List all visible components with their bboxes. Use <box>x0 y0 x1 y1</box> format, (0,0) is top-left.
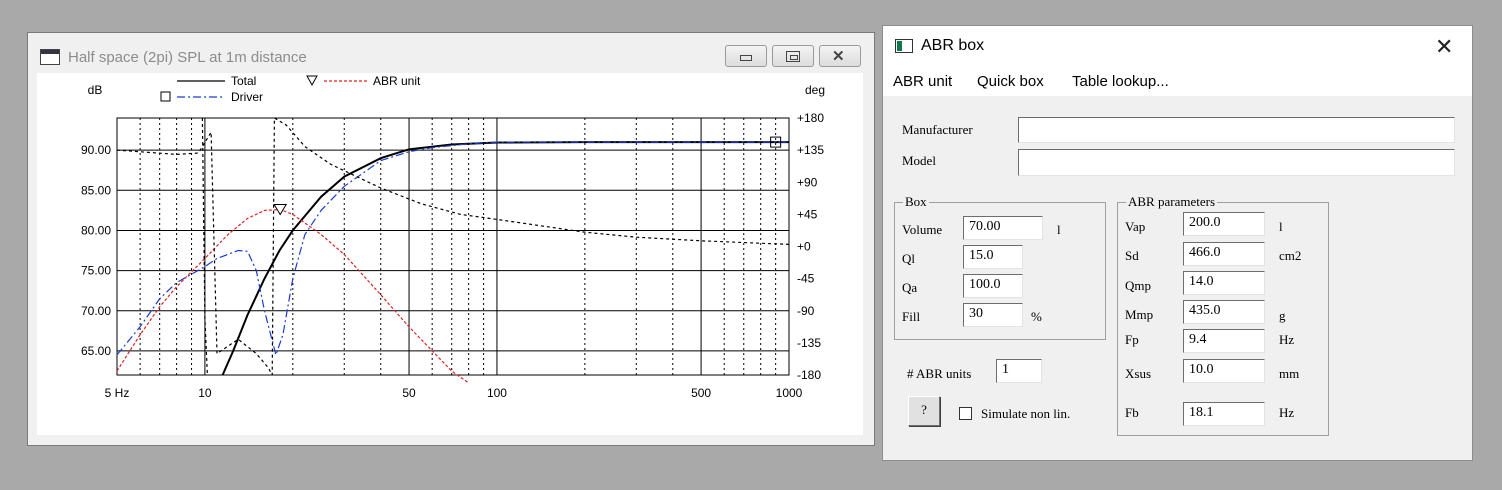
legend-abr-label: ABR unit <box>373 74 421 88</box>
minimize-icon <box>740 55 752 61</box>
abr-titlebar[interactable]: ABR box ✕ <box>883 26 1472 68</box>
qa-label: Qa <box>902 280 918 295</box>
spl-plot-area: 90.00 85.00 80.00 75.00 70.00 65.00 +180 +135 +9… <box>37 73 863 435</box>
xsus-unit: mm <box>1279 366 1300 381</box>
abr-app-icon <box>895 39 913 53</box>
menu-table-lookup[interactable]: Table lookup... <box>1072 73 1169 90</box>
close-icon: ✕ <box>832 48 845 65</box>
maximize-icon <box>786 51 800 62</box>
legend-total-label: Total <box>231 74 256 88</box>
window-title: Half space (2pi) SPL at 1m distance <box>68 49 307 66</box>
simulate-non-lin-label: Simulate non lin. <box>981 406 1071 421</box>
x-tick-label: 50 <box>402 386 416 400</box>
legend-driver-marker <box>160 91 171 102</box>
fp-label: Fp <box>1125 332 1139 347</box>
y2-tick-label: +90 <box>797 175 818 189</box>
y-axis-label: dB <box>88 83 103 97</box>
model-field[interactable] <box>1018 149 1455 176</box>
y-tick-label: 90.00 <box>81 143 111 157</box>
sd-label: Sd <box>1125 248 1139 263</box>
minimize-button[interactable] <box>725 45 767 67</box>
abr-parameters-title: ABR parameters <box>1126 194 1218 210</box>
fb-label: Fb <box>1125 405 1139 420</box>
menu-abr-unit[interactable]: ABR unit <box>893 73 952 90</box>
series-line-driver <box>116 141 789 357</box>
x-tick-label: 1000 <box>776 386 803 400</box>
close-icon[interactable]: ✕ <box>1435 34 1453 60</box>
y2-axis-label: deg <box>805 83 825 97</box>
spl-window: Half space (2pi) SPL at 1m distance ✕ 90… <box>27 32 875 446</box>
manufacturer-field[interactable] <box>1018 117 1455 143</box>
menu-bar: ABR unit Quick box Table lookup... <box>883 68 1472 96</box>
volume-unit: l <box>1057 222 1061 237</box>
y-tick-label: 70.00 <box>81 304 111 318</box>
xsus-field[interactable]: 10.0 <box>1183 359 1265 383</box>
y2-tick-label: -90 <box>797 304 815 318</box>
y-tick-label: 80.00 <box>81 223 111 237</box>
fp-unit: Hz <box>1279 332 1295 347</box>
ql-label: Ql <box>902 251 915 266</box>
y-tick-label: 75.00 <box>81 264 111 278</box>
series-line-total-phase <box>116 116 790 376</box>
fill-label: Fill <box>902 309 921 324</box>
mmp-field[interactable]: 435.0 <box>1183 300 1265 324</box>
y2-tick-label: -180 <box>797 368 821 382</box>
series-line-abr-unit <box>116 208 470 384</box>
y2-tick-label: +135 <box>797 143 824 157</box>
x-tick-label: 10 <box>198 386 212 400</box>
legend-abr-marker <box>306 75 318 87</box>
help-button[interactable]: ? <box>908 396 940 426</box>
fill-unit: % <box>1031 309 1042 324</box>
y2-tick-label: +45 <box>797 207 818 221</box>
box-group-title: Box <box>903 194 929 210</box>
y2-tick-label: -45 <box>797 272 815 286</box>
model-label: Model <box>902 153 936 168</box>
manufacturer-label: Manufacturer <box>902 122 973 137</box>
graph-app-icon <box>40 49 60 65</box>
y2-tick-label: +180 <box>797 111 824 125</box>
abr-window-title: ABR box <box>921 37 985 54</box>
abr-units-field[interactable]: 1 <box>996 359 1042 383</box>
x-tick-label: 5 Hz <box>105 386 130 400</box>
y-tick-label: 85.00 <box>81 183 111 197</box>
volume-label: Volume <box>902 222 943 237</box>
ql-field[interactable]: 15.0 <box>963 245 1023 269</box>
sd-field[interactable]: 466.0 <box>1183 242 1265 266</box>
mmp-label: Mmp <box>1125 307 1154 322</box>
mmp-unit: g <box>1279 308 1286 323</box>
fp-field[interactable]: 9.4 <box>1183 329 1265 353</box>
fb-field[interactable]: 18.1 <box>1183 402 1265 426</box>
close-button[interactable]: ✕ <box>819 45 861 67</box>
qmp-label: Qmp <box>1125 278 1151 293</box>
abr-box-window: ABR box ✕ ABR unit Quick box Table looku… <box>882 25 1473 461</box>
abr-units-label: # ABR units <box>907 366 972 381</box>
x-tick-label: 100 <box>487 386 507 400</box>
y2-tick-label: -135 <box>797 336 821 350</box>
qmp-field[interactable]: 14.0 <box>1183 271 1265 295</box>
maximize-button[interactable] <box>772 45 814 67</box>
y2-tick-label: +0 <box>797 240 811 254</box>
qa-field[interactable]: 100.0 <box>963 274 1023 298</box>
simulate-non-lin-checkbox[interactable] <box>959 407 972 420</box>
vap-field[interactable]: 200.0 <box>1183 212 1265 236</box>
plot-frame <box>116 117 790 376</box>
xsus-label: Xsus <box>1125 366 1152 381</box>
spl-chart: 90.00 85.00 80.00 75.00 70.00 65.00 +180 +135 +9… <box>81 74 825 400</box>
y-tick-label: 65.00 <box>81 344 111 358</box>
fill-field[interactable]: 30 <box>963 303 1023 327</box>
volume-field[interactable]: 70.00 <box>963 216 1043 240</box>
x-tick-label: 500 <box>691 386 711 400</box>
fb-unit: Hz <box>1279 405 1295 420</box>
vap-unit: l <box>1279 219 1283 234</box>
series-line-total <box>221 141 789 376</box>
legend-driver-label: Driver <box>231 90 263 104</box>
menu-quick-box[interactable]: Quick box <box>977 73 1044 90</box>
sd-unit: cm2 <box>1279 248 1302 263</box>
vap-label: Vap <box>1125 219 1146 234</box>
spl-titlebar[interactable]: Half space (2pi) SPL at 1m distance ✕ <box>28 33 874 73</box>
